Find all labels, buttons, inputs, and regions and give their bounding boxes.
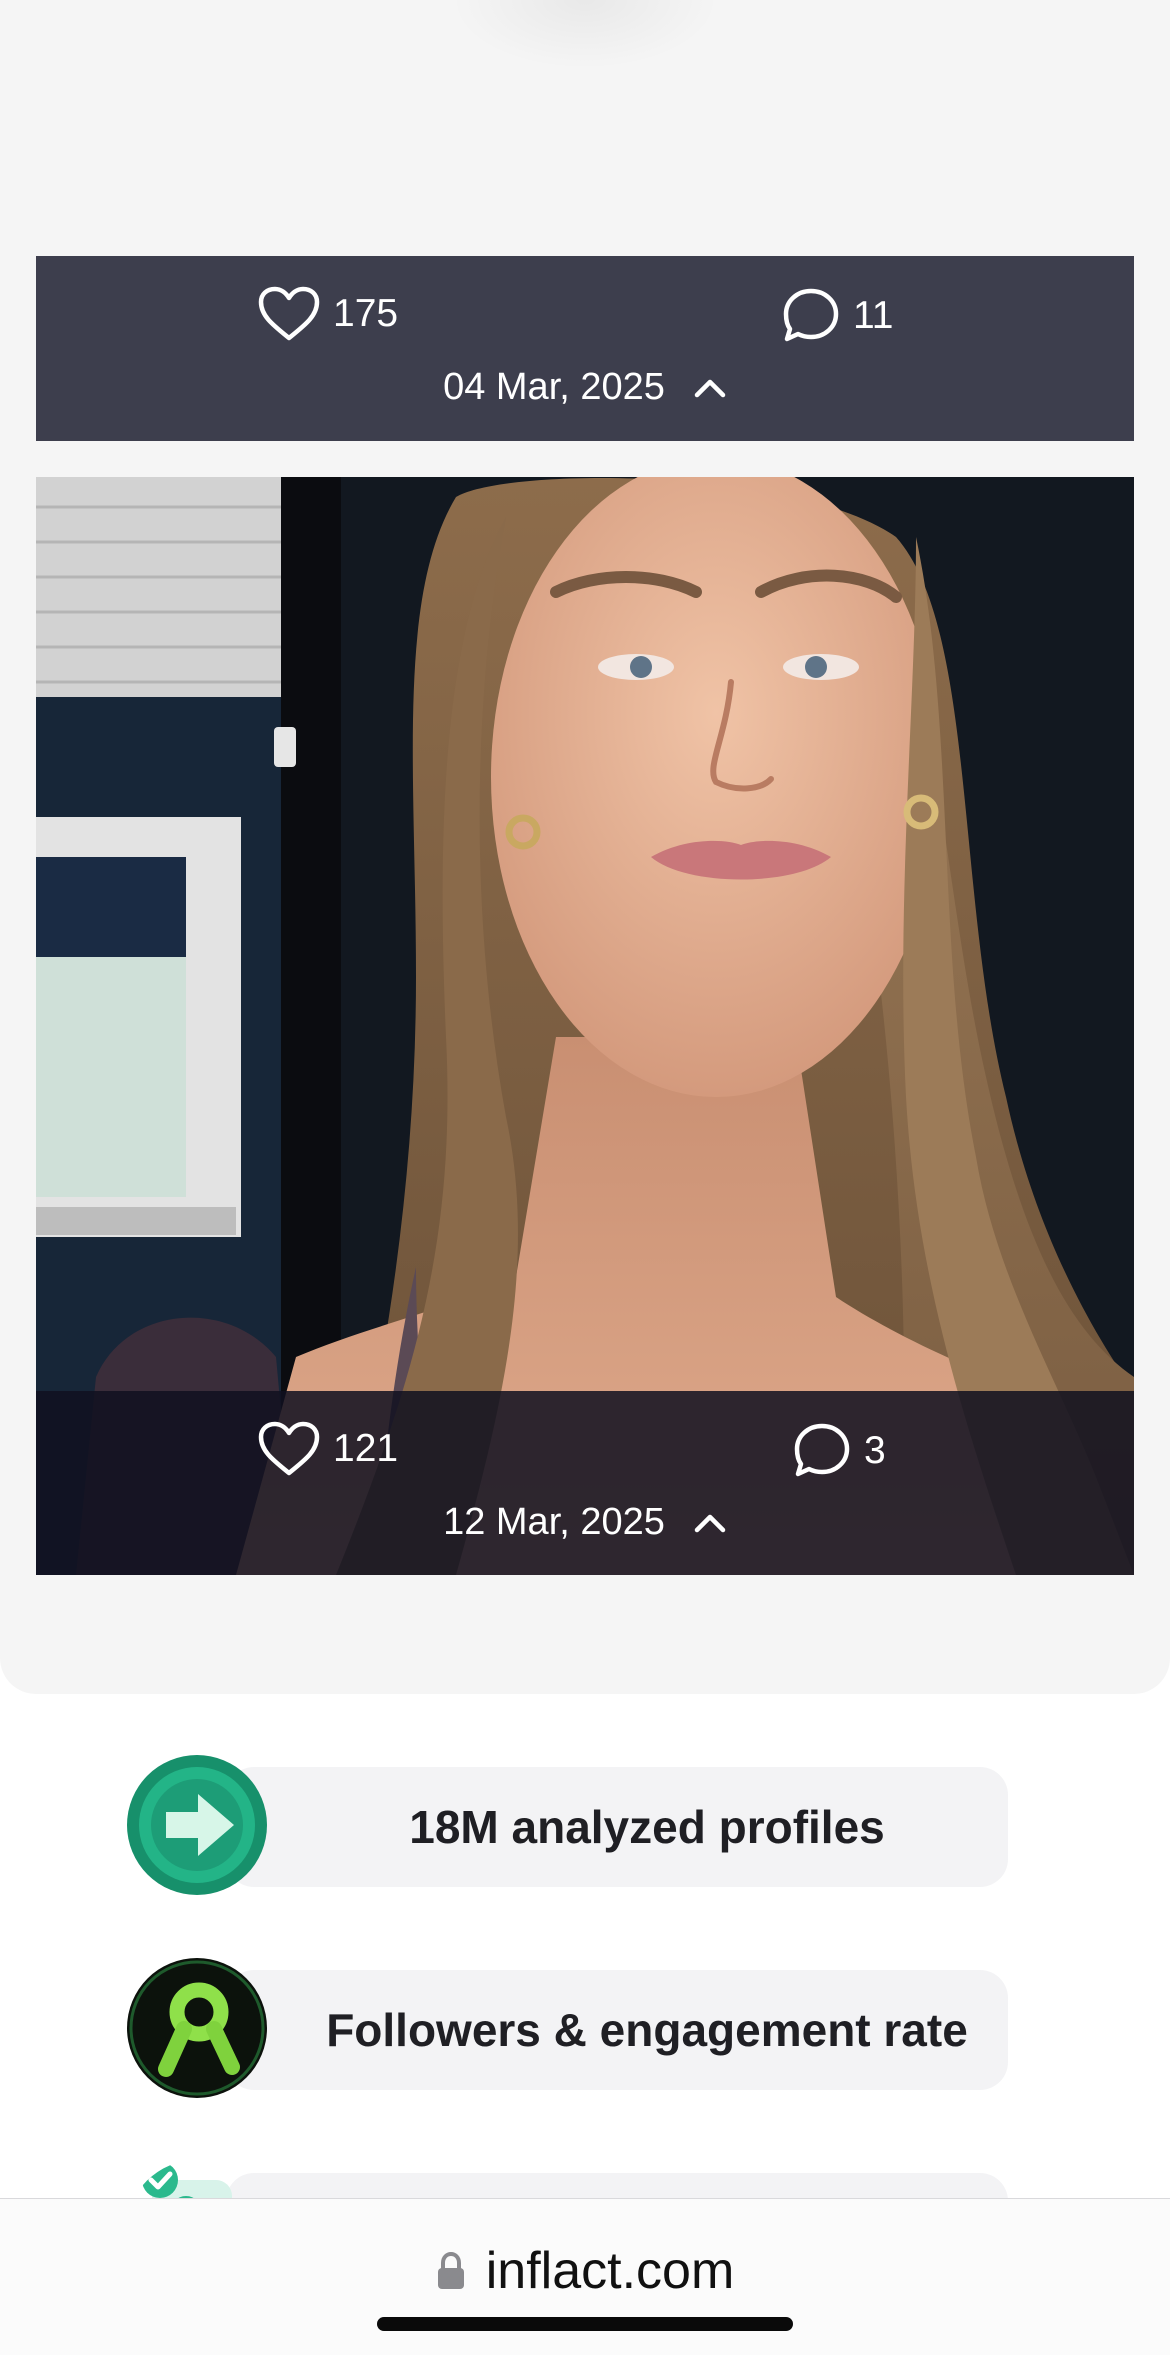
heart-icon	[258, 1421, 320, 1476]
feature-pill: 18M analyzed profiles	[226, 1767, 1008, 1887]
likes-count: 121	[333, 1427, 399, 1470]
likes-stat: 175	[257, 286, 398, 342]
posts-panel: 175 11 04 Mar, 2025 121 3 12 Mar, 2025	[0, 0, 1170, 1694]
post-date-row[interactable]: 12 Mar, 2025	[36, 1501, 1134, 1544]
comments-count: 11	[853, 294, 894, 337]
likes-stat: 121	[257, 1421, 398, 1477]
url-text: inflact.com	[485, 2242, 735, 2300]
likes-count: 175	[333, 292, 399, 335]
post-date: 04 Mar, 2025	[443, 366, 665, 408]
comments-count: 3	[864, 1429, 886, 1472]
chevron-up-icon[interactable]	[693, 1512, 727, 1534]
url-display[interactable]: inflact.com	[0, 2241, 1170, 2301]
heart-icon	[258, 286, 320, 341]
post-stats-bar: 121 3 12 Mar, 2025	[36, 1391, 1134, 1575]
comments-stat: 3	[792, 1421, 886, 1481]
post-stats-bar: 175 11 04 Mar, 2025	[36, 256, 1134, 441]
post-card[interactable]: 175 11 04 Mar, 2025	[36, 256, 1134, 441]
feature-item-followers-engagement: Followers & engagement rate	[126, 1947, 1008, 2098]
arrow-badge-icon	[127, 1755, 267, 1895]
comment-bubble-icon	[783, 288, 839, 342]
browser-address-bar[interactable]: inflact.com	[0, 2198, 1170, 2355]
chevron-up-icon[interactable]	[693, 377, 727, 399]
post-card[interactable]: 121 3 12 Mar, 2025	[36, 477, 1134, 1575]
home-indicator[interactable]	[377, 2317, 793, 2331]
feature-label: 18M analyzed profiles	[409, 1801, 885, 1853]
top-shadow	[450, 0, 720, 70]
comment-bubble-icon	[794, 1423, 850, 1477]
post-date-row[interactable]: 04 Mar, 2025	[36, 366, 1134, 409]
comments-stat: 11	[781, 286, 894, 346]
post-date: 12 Mar, 2025	[443, 1501, 665, 1543]
feature-list: 18M analyzed profiles Followers & engage…	[126, 1744, 1008, 2293]
feature-item-analyzed-profiles: 18M analyzed profiles	[126, 1744, 1008, 1895]
green-figure-badge-icon	[127, 1958, 267, 2098]
feature-label: Followers & engagement rate	[326, 2004, 968, 2056]
feature-pill: Followers & engagement rate	[226, 1970, 1008, 2090]
lock-icon	[437, 2251, 464, 2289]
